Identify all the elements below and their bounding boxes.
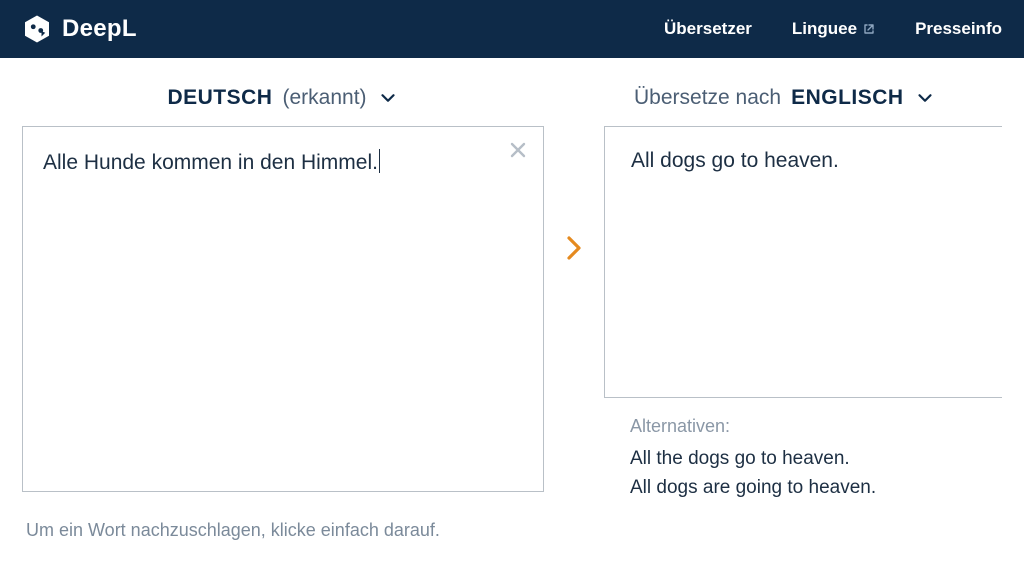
lookup-hint: Um ein Wort nachzuschlagen, klicke einfa… [22,520,1002,541]
close-icon [509,141,527,159]
target-column: All dogs go to heaven. Alternativen: All… [604,126,1002,502]
source-text-panel[interactable]: Alle Hunde kommen in den Himmel. [22,126,544,492]
brand-name: DeepL [62,15,137,43]
target-language-select[interactable]: Übersetze nach ENGLISCH [634,86,936,110]
nav-linguee[interactable]: Linguee [792,19,875,39]
source-language-detected: (erkannt) [282,86,366,110]
language-selectors-row: DEUTSCH (erkannt) Übersetze nach ENGLISC… [22,86,1002,110]
brand[interactable]: DeepL [22,14,137,44]
clear-source-button[interactable] [509,141,527,159]
chevron-down-icon [377,87,399,109]
target-text-panel[interactable]: All dogs go to heaven. [604,126,1002,398]
nav-translator[interactable]: Übersetzer [664,19,752,39]
nav-press[interactable]: Presseinfo [915,19,1002,39]
chevron-down-icon [914,87,936,109]
text-cursor [379,149,380,173]
source-language-name: DEUTSCH [167,86,272,110]
source-language-select[interactable]: DEUTSCH (erkannt) [167,86,398,110]
alternatives-block: Alternativen: All the dogs go to heaven.… [604,398,1002,502]
translation-panels: Alle Hunde kommen in den Himmel. All dog… [22,126,1002,502]
alternatives-label: Alternativen: [630,416,1002,437]
nav-links: Übersetzer Linguee Presseinfo [664,19,1002,39]
target-text: All dogs go to heaven. [631,149,982,173]
target-language-prefix: Übersetze nach [634,86,781,110]
alternative-item[interactable]: All the dogs go to heaven. [630,445,1002,474]
nav-linguee-label: Linguee [792,19,857,39]
external-link-icon [863,23,875,35]
source-text[interactable]: Alle Hunde kommen in den Himmel. [43,149,503,175]
source-text-content: Alle Hunde kommen in den Himmel. [43,151,378,174]
deepl-logo-icon [22,14,52,44]
chevron-right-icon [562,234,586,262]
alternative-item[interactable]: All dogs are going to heaven. [630,474,1002,503]
main-area: DEUTSCH (erkannt) Übersetze nach ENGLISC… [0,58,1024,541]
translate-arrow [544,126,604,262]
top-nav: DeepL Übersetzer Linguee Presseinfo [0,0,1024,58]
target-language-name: ENGLISCH [791,86,904,110]
